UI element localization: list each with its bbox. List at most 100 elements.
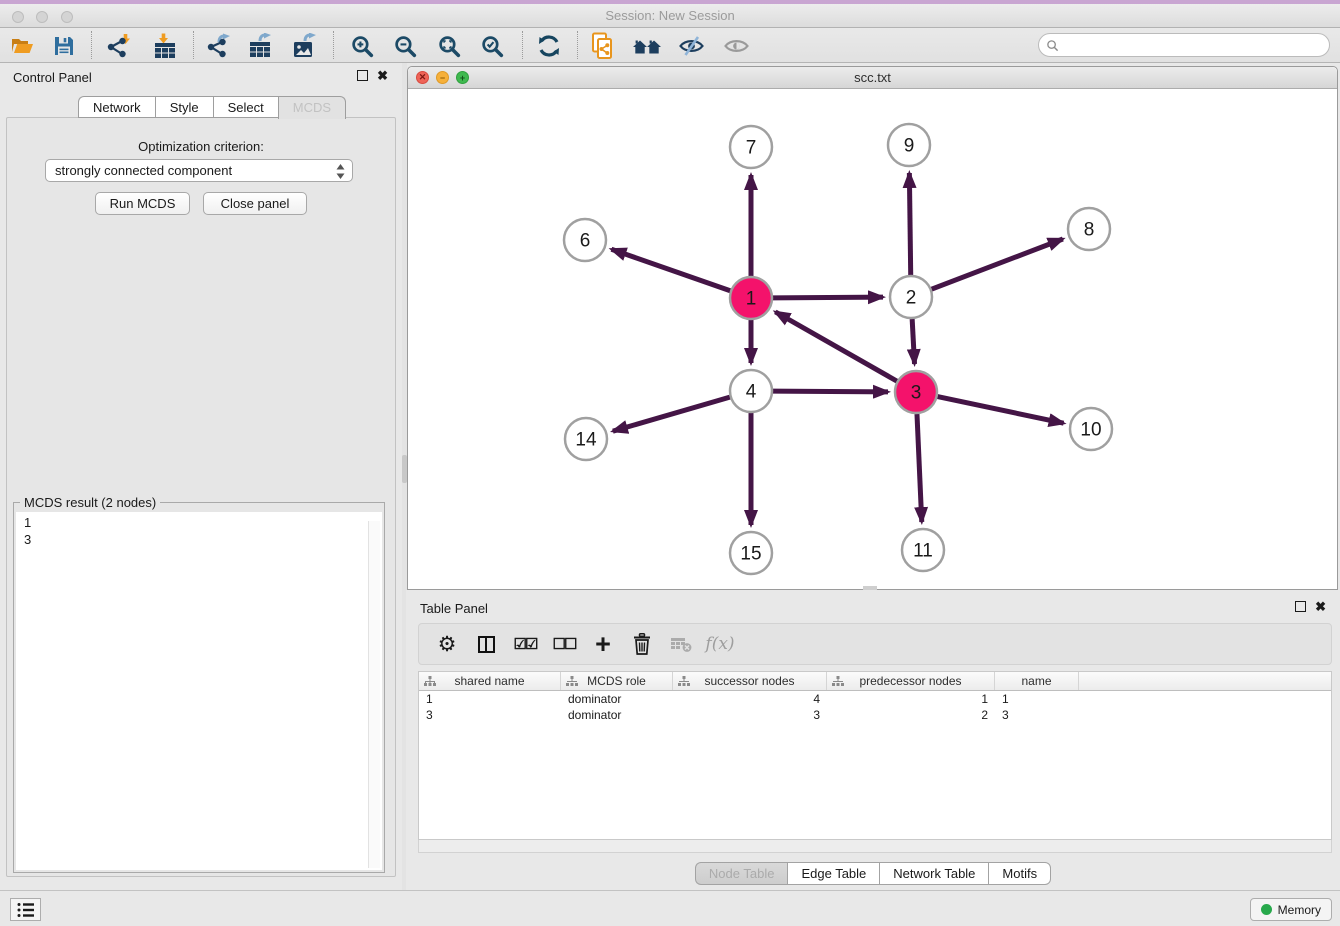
float-panel-icon[interactable] [357,70,368,81]
tab-style[interactable]: Style [155,96,213,118]
table-row[interactable]: 1 dominator 4 1 1 [419,691,1331,707]
memory-label: Memory [1278,903,1321,917]
edge-1-6[interactable] [611,249,730,291]
task-history-button[interactable] [10,898,41,921]
show-columns-button[interactable] [470,628,502,660]
mcds-result-text[interactable]: 1 3 [16,512,382,870]
criterion-dropdown[interactable]: strongly connected component [45,159,353,182]
cell-predecessor-nodes: 2 [827,708,995,722]
table-horizontal-scrollbar[interactable] [418,840,1332,853]
import-table-button[interactable] [150,31,180,61]
table-panel-title: Table Panel [420,601,488,616]
new-network-from-selection-button[interactable] [588,31,618,61]
hide-selected-button[interactable] [676,31,706,61]
edge-4-3[interactable] [773,391,888,392]
delete-table-button[interactable] [665,628,697,660]
edge-1-2[interactable] [773,297,883,298]
add-column-button[interactable]: + [587,628,619,660]
mcds-panel: Optimization criterion: strongly connect… [6,117,396,877]
export-network-button[interactable] [203,31,233,61]
cell-predecessor-nodes: 1 [827,692,995,706]
export-image-button[interactable] [290,31,320,61]
close-panel-icon[interactable]: ✖ [1315,601,1326,612]
zoom-fit-button[interactable] [434,31,464,61]
table-panel-tabs: Node Table Edge Table Network Table Moti… [406,862,1340,885]
tab-motifs[interactable]: Motifs [988,862,1051,885]
column-header-successor-nodes[interactable]: successor nodes [673,672,827,690]
app-title: Session: New Session [0,8,1340,23]
tab-mcds[interactable]: MCDS [278,96,346,119]
column-header-predecessor-nodes[interactable]: predecessor nodes [827,672,995,690]
tab-network[interactable]: Network [78,96,155,118]
table-toolbar: ⚙ ☑☑ ☐☐ + f(x) [418,623,1332,665]
zoom-selected-button[interactable] [477,31,507,61]
graph-node-label: 9 [904,136,915,157]
tab-edge-table[interactable]: Edge Table [787,862,879,885]
tab-node-table[interactable]: Node Table [695,862,788,885]
optimization-criterion-label: Optimization criterion: [7,139,395,154]
graph-node-label: 7 [746,138,757,159]
search-box[interactable] [1038,33,1330,57]
mcds-result-scrollbar[interactable] [368,521,380,868]
function-builder-button[interactable]: f(x) [704,628,736,660]
tab-select[interactable]: Select [213,96,278,118]
criterion-value: strongly connected component [55,163,232,178]
graph-node-label: 4 [746,382,757,403]
graph-node-label: 1 [746,289,757,310]
export-table-button[interactable] [246,31,276,61]
cell-name: 3 [995,708,1079,722]
zoom-out-button[interactable] [390,31,420,61]
mcds-result-group: MCDS result (2 nodes) 1 3 [13,502,385,873]
close-panel-icon[interactable]: ✖ [377,70,388,81]
edge-2-9[interactable] [909,173,910,275]
table-row[interactable]: 3 dominator 3 2 3 [419,707,1331,723]
trash-icon [632,633,652,655]
node-table: shared name MCDS role successor nodes [418,671,1332,840]
control-panel-tabs: Network Style Select MCDS [78,96,346,118]
edge-2-3[interactable] [912,319,914,364]
node-table-header: shared name MCDS role successor nodes [419,672,1331,691]
column-header-name[interactable]: name [995,672,1079,690]
toolbar-separator [522,31,523,59]
edge-3-10[interactable] [938,397,1064,424]
open-session-button[interactable] [7,31,37,61]
table-settings-button[interactable]: ⚙ [431,628,463,660]
network-canvas[interactable]: 1234678910111415 [408,89,1337,589]
tab-network-table[interactable]: Network Table [879,862,988,885]
zoom-selected-icon [480,34,505,59]
graph-node-label: 8 [1084,220,1095,241]
select-all-button[interactable]: ☑☑ [509,628,541,660]
import-network-button[interactable] [103,31,133,61]
column-header-filler [1079,672,1331,690]
chevron-updown-icon [335,163,346,180]
search-icon [1046,39,1059,52]
network-window-titlebar[interactable]: ✕ − + scc.txt [408,67,1337,89]
delete-column-button[interactable] [626,628,658,660]
edge-4-14[interactable] [613,397,730,431]
edge-3-1[interactable] [775,312,897,381]
toolbar-separator [577,31,578,59]
memory-button[interactable]: Memory [1250,898,1332,921]
save-session-button[interactable] [49,31,79,61]
hierarchy-icon [424,676,436,687]
zoom-in-button[interactable] [347,31,377,61]
cell-successor-nodes: 3 [673,708,827,722]
graph-node-label: 3 [911,383,922,404]
close-panel-button[interactable]: Close panel [203,192,307,215]
apply-layout-button[interactable] [534,31,564,61]
run-mcds-button[interactable]: Run MCDS [95,192,190,215]
gear-icon: ⚙ [438,632,457,657]
edge-2-8[interactable] [932,239,1063,289]
zoom-out-icon [393,34,418,59]
cell-successor-nodes: 4 [673,692,827,706]
graph-node-label: 15 [740,544,761,565]
fx-icon: f(x) [705,634,734,654]
search-input[interactable] [1063,38,1329,52]
column-header-mcds-role[interactable]: MCDS role [561,672,673,690]
show-all-button[interactable] [721,31,751,61]
edge-3-11[interactable] [917,414,922,522]
column-header-shared-name[interactable]: shared name [419,672,561,690]
deselect-all-button[interactable]: ☐☐ [548,628,580,660]
float-panel-icon[interactable] [1295,601,1306,612]
first-neighbors-button[interactable] [632,31,662,61]
